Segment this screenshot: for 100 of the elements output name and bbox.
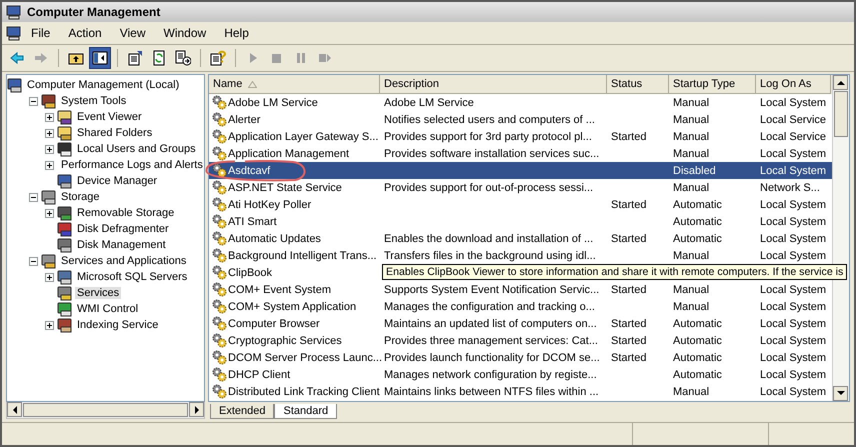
tree-item[interactable]: Computer Management (Local) — [25, 79, 182, 91]
expand-icon[interactable] — [45, 208, 54, 218]
expand-icon[interactable] — [45, 112, 54, 122]
service-name: Application Management — [228, 148, 350, 160]
table-cell-text: Provides support for out-of-process sessi... — [383, 182, 594, 194]
gears-icon — [211, 248, 227, 263]
tree-item[interactable]: Performance Logs and Alerts — [59, 159, 204, 171]
view-tab[interactable]: Standard — [274, 404, 338, 419]
table-cell-text: Started — [610, 130, 648, 142]
tree-item[interactable]: Indexing Service — [75, 319, 160, 331]
table-cell-text: Local System — [759, 148, 828, 160]
table-cell-text: Maintains an updated list of computers on... — [383, 318, 598, 330]
horizontal-scrollbar[interactable] — [6, 402, 205, 419]
scroll-thumb[interactable] — [23, 403, 188, 417]
service-name: Cryptographic Services — [228, 334, 342, 346]
service-row[interactable]: Application Management Provides software installation services suc... Manual Local System — [209, 145, 832, 162]
gears-icon — [211, 316, 227, 331]
service-name: Ati HotKey Poller — [228, 198, 312, 210]
menu-item[interactable]: Window — [154, 24, 216, 42]
tree-item[interactable]: Services and Applications — [59, 255, 188, 267]
tree-item[interactable]: Storage — [59, 191, 102, 203]
service-row[interactable]: Adobe LM Service Adobe LM Service Manual Local System — [209, 94, 832, 111]
table-cell-text: Transfers files in the background using idl... — [383, 250, 597, 262]
expand-icon[interactable] — [45, 160, 54, 170]
expand-icon[interactable] — [45, 320, 54, 330]
table-cell-text: Manual — [672, 114, 710, 126]
table-cell-text: Manual — [672, 300, 710, 312]
view-tab[interactable]: Extended — [210, 404, 274, 419]
table-cell-text: Provides support for 3rd party protocol pl... — [383, 130, 593, 142]
tree-item[interactable]: Disk Defragmenter — [75, 223, 171, 235]
gears-icon — [211, 146, 227, 161]
tree-item[interactable]: WMI Control — [75, 303, 140, 315]
collapse-icon[interactable] — [29, 96, 38, 106]
tree-item[interactable]: Local Users and Groups — [75, 143, 198, 155]
service-name: ASP.NET State Service — [228, 182, 342, 194]
service-name: COM+ Event System — [228, 284, 332, 296]
up-arrow-icon[interactable] — [836, 80, 844, 85]
show-tree-button[interactable] — [89, 47, 111, 69]
node-icon — [41, 94, 57, 108]
service-row[interactable]: ATI Smart Automatic Local System — [209, 213, 832, 230]
tree-item[interactable]: Device Manager — [75, 175, 160, 187]
menu-item[interactable]: File — [22, 24, 60, 42]
collapse-icon[interactable] — [29, 192, 38, 202]
collapse-icon[interactable] — [29, 256, 38, 266]
table-cell-text: Manual — [672, 386, 710, 398]
service-row[interactable]: Cryptographic Services Provides three management services: Cat... Started Automatic Local System — [209, 332, 832, 349]
table-cell-text: Provides software installation services suc... — [383, 148, 600, 160]
gears-icon — [211, 180, 227, 195]
service-row[interactable]: Alerter Notifies selected users and computers of ... Manual Local Service — [209, 111, 832, 128]
node-icon — [57, 142, 73, 156]
service-name: DCOM Server Process Launc... — [228, 352, 382, 364]
tree-item[interactable]: Removable Storage — [75, 207, 176, 219]
menu-item[interactable]: Action — [59, 24, 111, 42]
tree-item[interactable]: Disk Management — [75, 239, 168, 251]
scroll-thumb[interactable] — [834, 91, 848, 137]
service-row[interactable]: Automatic Updates Enables the download and installation of ... Started Automatic Local System — [209, 230, 832, 247]
tree-item[interactable]: Microsoft SQL Servers — [75, 271, 190, 283]
service-row[interactable]: Asdtcavf Disabled Local System — [209, 162, 832, 179]
menu-item[interactable]: Help — [215, 24, 258, 42]
down-arrow-icon[interactable] — [836, 391, 844, 396]
service-name: COM+ System Application — [228, 300, 356, 312]
column-header[interactable]: Startup Type — [669, 75, 756, 94]
tree-item[interactable]: Services — [75, 287, 122, 299]
column-header[interactable]: Log On As — [756, 75, 831, 94]
service-row[interactable]: Ati HotKey Poller Started Automatic Local System — [209, 196, 832, 213]
table-cell-text: Local System — [759, 250, 828, 262]
table-cell-text: Local System — [759, 96, 828, 108]
service-name: Asdtcavf — [228, 164, 270, 176]
expand-icon[interactable] — [45, 272, 54, 282]
left-arrow-icon[interactable] — [12, 406, 18, 414]
service-row[interactable]: ASP.NET State Service Provides support for out-of-process sessi... Manual Network S... — [209, 179, 832, 196]
table-cell-text: Automatic — [672, 368, 723, 380]
service-row[interactable]: Application Layer Gateway S... Provides support for 3rd party protocol pl... Started Manual Local Service — [209, 128, 832, 145]
service-row[interactable]: Computer Browser Maintains an updated list of computers on... Started Automatic Local System — [209, 315, 832, 332]
service-row[interactable]: COM+ System Application Manages the configuration and tracking o... Manual Local System — [209, 298, 832, 315]
service-row[interactable]: DHCP Client Manages network configuration by registe... Automatic Local System — [209, 366, 832, 383]
tree-item[interactable]: System Tools — [59, 95, 128, 107]
column-header[interactable]: Status — [607, 75, 669, 94]
table-cell-text: Local System — [759, 164, 828, 176]
document-icon — [127, 50, 143, 66]
table-cell-text: Maintains links between NTFS files within ... — [383, 386, 600, 398]
table-cell-text: Local System — [759, 216, 828, 228]
menu-item[interactable]: View — [110, 24, 154, 42]
service-row[interactable]: Background Intelligent Trans... Transfers files in the background using idl... Manual Local System — [209, 247, 832, 264]
tree-item[interactable]: Event Viewer — [75, 111, 144, 123]
tree-item[interactable]: Shared Folders — [75, 127, 154, 139]
right-arrow-icon[interactable] — [194, 406, 200, 414]
service-row[interactable]: COM+ Event System Supports System Event Notification Servic... Started Manual Local System — [209, 281, 832, 298]
vertical-scrollbar[interactable] — [832, 75, 849, 401]
column-header[interactable]: Name — [209, 75, 380, 94]
table-cell-text: Manual — [672, 96, 710, 108]
node-icon — [57, 174, 73, 188]
expand-icon[interactable] — [45, 128, 54, 138]
service-row[interactable]: Distributed Link Tracking Client Maintains links between NTFS files within ... Manual Local System — [209, 383, 832, 400]
table-cell-text: Provides launch functionality for DCOM se... — [383, 352, 601, 364]
gears-icon — [211, 367, 227, 382]
expand-icon[interactable] — [45, 144, 54, 154]
service-row[interactable]: DCOM Server Process Launc... Provides launch functionality for DCOM se... Started Automatic Local System — [209, 349, 832, 366]
column-header[interactable]: Description — [380, 75, 607, 94]
node-icon — [57, 110, 73, 124]
